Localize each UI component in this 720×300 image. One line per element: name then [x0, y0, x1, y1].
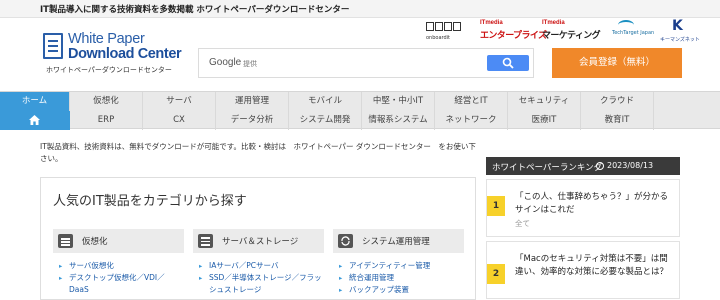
top-bar: IT製品導入に関する技術資料を多数掲載 ホワイトペーパーダウンロードセンター — [0, 0, 720, 18]
nav-medical-it[interactable]: 医療IT — [508, 111, 581, 130]
category-link[interactable]: IAサーバ／PCサーバ — [199, 260, 324, 272]
category-title: システム運用管理 — [362, 237, 430, 247]
nav-network[interactable]: ネットワーク — [435, 111, 508, 130]
category-link[interactable]: 統合運用管理 — [339, 272, 464, 284]
nav-operations[interactable]: 運用管理 — [216, 92, 289, 111]
partner-itmedia-enterprise-logo[interactable]: ITmedia エンタープライズ — [480, 20, 547, 44]
logo-subtitle: ホワイトペーパーダウンロードセンター — [46, 66, 172, 74]
nav-smb-it[interactable]: 中堅・中小IT — [362, 92, 435, 111]
ranking-item-title[interactable]: 「この人、仕事辞めちゃう？」が分かるサインはこれだ — [515, 191, 675, 217]
main-nav: ホーム 仮想化 サーバ 運用管理 モバイル 中堅・中小IT 経営とIT セキュリ… — [0, 91, 720, 130]
rank-badge: 2 — [487, 264, 505, 284]
search-icon — [502, 57, 514, 69]
category-panel: 人気のIT製品をカテゴリから探す 仮想化 サーバ仮想化 デスクトップ仮想化／VD… — [40, 177, 476, 300]
logo-line2: Download Center — [68, 46, 182, 62]
ranking-item-category: 全て — [515, 219, 530, 228]
nav-server[interactable]: サーバ — [143, 92, 216, 111]
category-link[interactable]: デスクトップ仮想化／VDI／DaaS — [59, 272, 184, 296]
partner-itmedia-marketing-logo[interactable]: ITmedia マーケティング — [542, 20, 601, 44]
ranking-item[interactable]: 1 「この人、仕事辞めちゃう？」が分かるサインはこれだ 全て — [486, 179, 680, 237]
ranking-item[interactable]: 2 「Macのセキュリティ対策は不要」は間違い、効率的な対策に必要な製品とは？ — [486, 241, 680, 299]
nav-erp[interactable]: ERP — [70, 111, 143, 130]
nav-management-it[interactable]: 経営とIT — [435, 92, 508, 111]
register-button[interactable]: 会員登録（無料） — [552, 48, 682, 78]
nav-home-icon-cell[interactable] — [0, 111, 70, 130]
nav-data-analysis[interactable]: データ分析 — [216, 111, 289, 130]
ranking-date: 2023/08/13 — [607, 161, 654, 170]
intro-text: IT製品資料、技術資料は、無料でダウンロードが可能です。比較・検討は ホワイトペ… — [40, 142, 476, 163]
category-header[interactable]: 仮想化 — [53, 229, 184, 253]
nav-mobile[interactable]: モバイル — [289, 92, 362, 111]
logo-line1: White Paper — [68, 31, 145, 47]
partner-techtarget-logo[interactable]: TechTarget Japan — [610, 20, 654, 44]
site-logo[interactable]: White Paper Download Center ホワイトペーパーダウンロ… — [43, 31, 183, 75]
nav-home[interactable]: ホーム — [0, 92, 70, 111]
category-title: 仮想化 — [82, 237, 108, 247]
partner-oit-logo[interactable]: onboardit — [426, 20, 466, 44]
search-box[interactable]: Google 提供 — [198, 48, 534, 78]
nav-cloud[interactable]: クラウド — [581, 92, 654, 111]
refresh-icon — [338, 234, 353, 248]
nav-cx[interactable]: CX — [143, 111, 216, 130]
nav-security[interactable]: セキュリティ — [508, 92, 581, 111]
category-link[interactable]: バックアップ装置 — [339, 284, 464, 296]
ranking-item-title[interactable]: 「Macのセキュリティ対策は不要」は間違い、効率的な対策に必要な製品とは？ — [515, 253, 675, 279]
database-icon — [198, 234, 213, 248]
category-panel-title: 人気のIT製品をカテゴリから探す — [53, 194, 247, 209]
nav-education-it[interactable]: 教育IT — [581, 111, 654, 130]
partner-logos: onboardit ITmedia エンタープライズ ITmedia マーケティ… — [420, 18, 710, 44]
document-icon — [58, 234, 73, 248]
search-button[interactable] — [487, 55, 529, 71]
rank-badge: 1 — [487, 196, 505, 216]
search-input[interactable]: 提供 — [243, 59, 257, 69]
category-title: サーバ＆ストレージ — [222, 237, 299, 247]
ranking-title: ホワイトペーパーランキング — [492, 163, 603, 173]
category-header[interactable]: システム運用管理 — [333, 229, 464, 253]
document-icon — [43, 33, 63, 59]
google-label: Google — [209, 57, 242, 68]
site-tagline: IT製品導入に関する技術資料を多数掲載 ホワイトペーパーダウンロードセンター — [40, 5, 350, 15]
home-icon — [29, 115, 40, 125]
category-link[interactable]: アイデンティティー管理 — [339, 260, 464, 272]
ranking-header: ホワイトペーパーランキング 2023/08/13 — [486, 157, 680, 175]
nav-system-dev[interactable]: システム開発 — [289, 111, 362, 130]
ranking-panel: ホワイトペーパーランキング 2023/08/13 1 「この人、仕事辞めちゃう？… — [486, 157, 680, 300]
category-link[interactable]: SSD／半導体ストレージ／フラッシュストレージ — [199, 272, 324, 296]
clock-icon — [596, 162, 604, 170]
category-header[interactable]: サーバ＆ストレージ — [193, 229, 324, 253]
category-link[interactable]: サーバ仮想化 — [59, 260, 184, 272]
nav-info-systems[interactable]: 情報系システム — [362, 111, 435, 130]
nav-virtualization[interactable]: 仮想化 — [70, 92, 143, 111]
partner-keyman-logo[interactable]: K キーマンズネット — [660, 18, 700, 44]
